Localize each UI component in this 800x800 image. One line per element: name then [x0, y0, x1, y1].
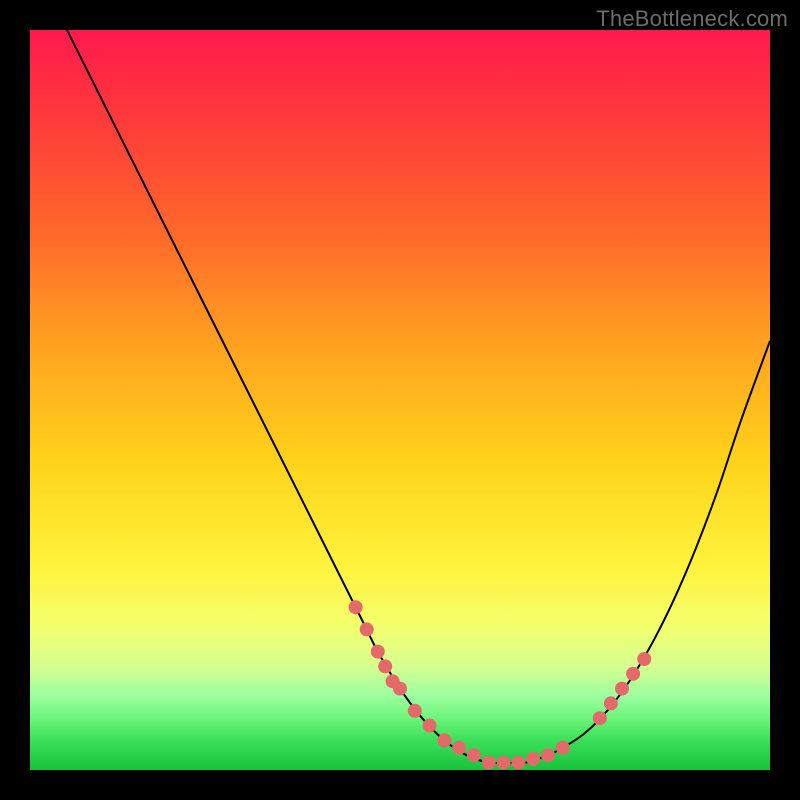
highlight-dot	[497, 756, 511, 770]
highlight-dot	[482, 756, 496, 770]
chart-svg	[30, 30, 770, 770]
highlight-dot	[511, 756, 525, 770]
highlight-dot	[637, 652, 651, 666]
highlight-dot	[615, 682, 629, 696]
highlight-dot	[604, 696, 618, 710]
highlight-dot	[378, 659, 392, 673]
highlight-dots-group	[349, 600, 652, 769]
highlight-dot	[360, 622, 374, 636]
highlight-dot	[593, 711, 607, 725]
bottleneck-curve	[67, 30, 770, 763]
highlight-dot	[408, 704, 422, 718]
highlight-dot	[626, 667, 640, 681]
highlight-dot	[452, 741, 466, 755]
highlight-dot	[349, 600, 363, 614]
highlight-dot	[437, 733, 451, 747]
highlight-dot	[467, 748, 481, 762]
highlight-dot	[423, 719, 437, 733]
highlight-dot	[556, 741, 570, 755]
highlight-dot	[393, 682, 407, 696]
highlight-dot	[371, 645, 385, 659]
chart-frame: TheBottleneck.com	[0, 0, 800, 800]
plot-area	[30, 30, 770, 770]
highlight-dot	[526, 752, 540, 766]
watermark-text: TheBottleneck.com	[596, 6, 788, 32]
highlight-dot	[541, 748, 555, 762]
